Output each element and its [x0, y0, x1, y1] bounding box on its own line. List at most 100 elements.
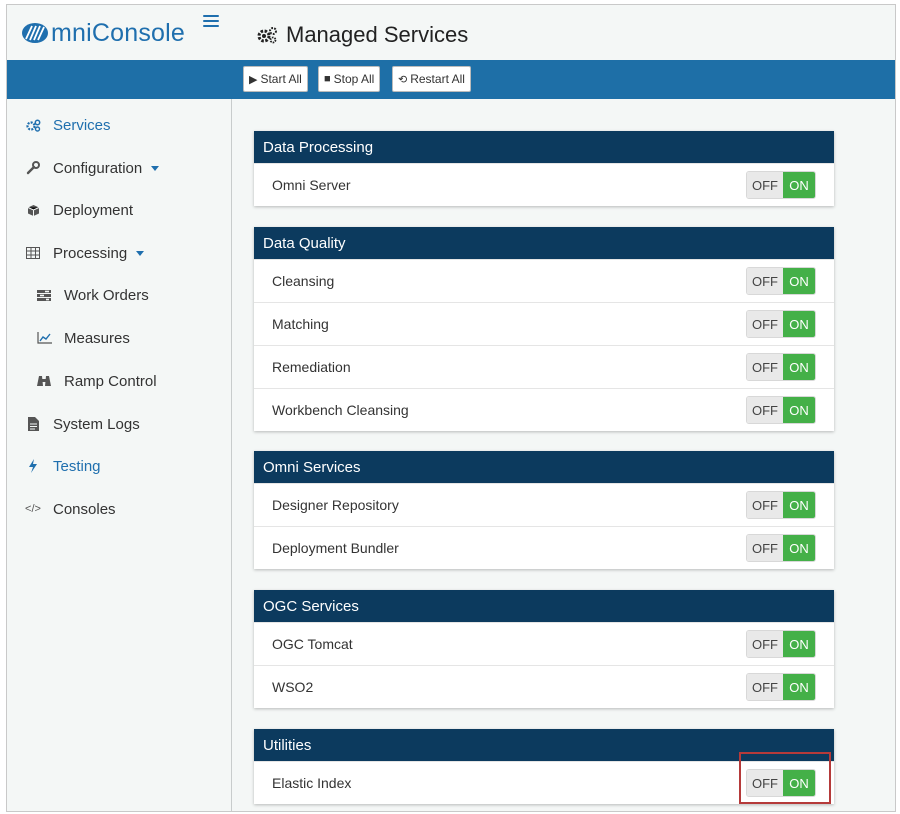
service-row: Matching OFF ON	[254, 302, 834, 345]
service-row: OGC Tomcat OFF ON	[254, 622, 834, 665]
sidebar-item-label: System Logs	[53, 415, 140, 433]
service-name: Designer Repository	[272, 497, 399, 513]
sidebar-item-consoles[interactable]: </> Consoles	[25, 491, 250, 527]
toggle-on[interactable]: ON	[783, 354, 815, 380]
service-toggle[interactable]: OFF ON	[746, 353, 816, 381]
panel-title: Data Quality	[254, 227, 834, 259]
service-toggle[interactable]: OFF ON	[746, 171, 816, 199]
panel-title: Omni Services	[254, 451, 834, 483]
stop-all-button[interactable]: ■ Stop All	[318, 66, 381, 92]
tasks-icon	[36, 289, 52, 301]
sidebar-item-label: Deployment	[53, 201, 134, 219]
cogs-icon	[25, 119, 41, 132]
service-row: WSO2 OFF ON	[254, 665, 834, 708]
page-title: Managed Services	[256, 22, 468, 48]
panel-title: Data Processing	[254, 131, 834, 163]
sidebar-item-work-orders[interactable]: Work Orders	[36, 277, 261, 313]
caret-down-icon	[151, 165, 160, 171]
sidebar-item-system-logs[interactable]: System Logs	[25, 406, 250, 442]
panel-ogc-services: OGC Services OGC Tomcat OFF ON WSO2 OFF …	[254, 590, 834, 708]
toggle-off[interactable]: OFF	[747, 172, 783, 198]
toggle-off[interactable]: OFF	[747, 492, 783, 518]
sidebar-item-services[interactable]: Services	[25, 107, 250, 143]
service-toggle[interactable]: OFF ON	[746, 310, 816, 338]
service-name: Workbench Cleansing	[272, 402, 409, 418]
sidebar-item-deployment[interactable]: Deployment	[25, 192, 250, 228]
sidebar-item-measures[interactable]: Measures	[36, 320, 261, 356]
app-header: mniConsole Managed Services	[7, 5, 895, 59]
toggle-on[interactable]: ON	[783, 674, 815, 700]
service-toggle[interactable]: OFF ON	[746, 396, 816, 424]
code-icon: </>	[25, 503, 41, 515]
service-toggle[interactable]: OFF ON	[746, 630, 816, 658]
sidebar-item-label: Ramp Control	[64, 372, 157, 390]
highlight-box	[739, 752, 831, 804]
stop-icon: ■	[324, 73, 331, 85]
service-toggle[interactable]: OFF ON	[746, 673, 816, 701]
sidebar: Services Configuration Deployment Proces…	[7, 99, 232, 811]
service-name: WSO2	[272, 679, 314, 695]
toggle-on[interactable]: ON	[783, 631, 815, 657]
menu-toggle-icon[interactable]	[203, 15, 219, 30]
toggle-on[interactable]: ON	[783, 397, 815, 423]
service-name: Matching	[272, 316, 329, 332]
toggle-off[interactable]: OFF	[747, 674, 783, 700]
play-icon: ▶	[249, 73, 258, 86]
panel-omni-services: Omni Services Designer Repository OFF ON…	[254, 451, 834, 569]
sidebar-item-testing[interactable]: Testing	[25, 448, 250, 484]
app-window: mniConsole Managed Services ▶ Start All …	[6, 4, 896, 812]
cogs-icon	[257, 27, 277, 44]
toolbar: ▶ Start All ■ Stop All ⟲ Restart All	[7, 60, 895, 99]
service-row: Deployment Bundler OFF ON	[254, 526, 834, 569]
service-row: Workbench Cleansing OFF ON	[254, 388, 834, 431]
service-row: Remediation OFF ON	[254, 345, 834, 388]
restart-all-label: Restart All	[410, 72, 465, 86]
toggle-off[interactable]: OFF	[747, 311, 783, 337]
toggle-off[interactable]: OFF	[747, 268, 783, 294]
service-name: OGC Tomcat	[272, 636, 353, 652]
start-all-button[interactable]: ▶ Start All	[243, 66, 308, 92]
cube-icon	[25, 204, 41, 217]
service-toggle[interactable]: OFF ON	[746, 267, 816, 295]
table-icon	[25, 247, 41, 259]
sidebar-item-ramp-control[interactable]: Ramp Control	[36, 363, 261, 399]
caret-down-icon	[136, 250, 145, 256]
service-toggle[interactable]: OFF ON	[746, 534, 816, 562]
toggle-off[interactable]: OFF	[747, 535, 783, 561]
logo[interactable]: mniConsole	[21, 17, 185, 49]
undo-icon: ⟲	[398, 73, 408, 86]
restart-all-button[interactable]: ⟲ Restart All	[392, 66, 471, 92]
toggle-on[interactable]: ON	[783, 268, 815, 294]
logo-text: mniConsole	[51, 18, 186, 47]
sidebar-item-label: Measures	[64, 329, 130, 347]
bolt-icon	[25, 459, 41, 473]
toggle-off[interactable]: OFF	[747, 397, 783, 423]
sidebar-item-configuration[interactable]: Configuration	[25, 150, 250, 186]
service-name: Elastic Index	[272, 775, 352, 791]
service-name: Remediation	[272, 359, 351, 375]
toggle-on[interactable]: ON	[783, 172, 815, 198]
panel-data-processing: Data Processing Omni Server OFF ON	[254, 131, 834, 206]
binoculars-icon	[36, 375, 52, 387]
page-title-text: Managed Services	[286, 22, 469, 47]
toggle-on[interactable]: ON	[783, 311, 815, 337]
toggle-off[interactable]: OFF	[747, 354, 783, 380]
toggle-on[interactable]: ON	[783, 535, 815, 561]
service-name: Cleansing	[272, 273, 335, 289]
sidebar-item-label: Work Orders	[64, 286, 149, 304]
line-chart-icon	[36, 332, 52, 344]
service-name: Omni Server	[272, 177, 351, 193]
service-toggle[interactable]: OFF ON	[746, 491, 816, 519]
toggle-on[interactable]: ON	[783, 492, 815, 518]
stop-all-label: Stop All	[333, 72, 375, 86]
sidebar-item-processing[interactable]: Processing	[25, 235, 250, 271]
panel-title: OGC Services	[254, 590, 834, 622]
sidebar-item-label: Processing	[53, 244, 128, 262]
wrench-icon	[25, 161, 41, 175]
sidebar-item-label: Testing	[53, 457, 101, 475]
panel-data-quality: Data Quality Cleansing OFF ON Matching O…	[254, 227, 834, 431]
sidebar-item-label: Services	[53, 116, 111, 134]
toggle-off[interactable]: OFF	[747, 631, 783, 657]
sidebar-item-label: Configuration	[53, 159, 143, 177]
omni-logo-icon	[22, 23, 48, 43]
